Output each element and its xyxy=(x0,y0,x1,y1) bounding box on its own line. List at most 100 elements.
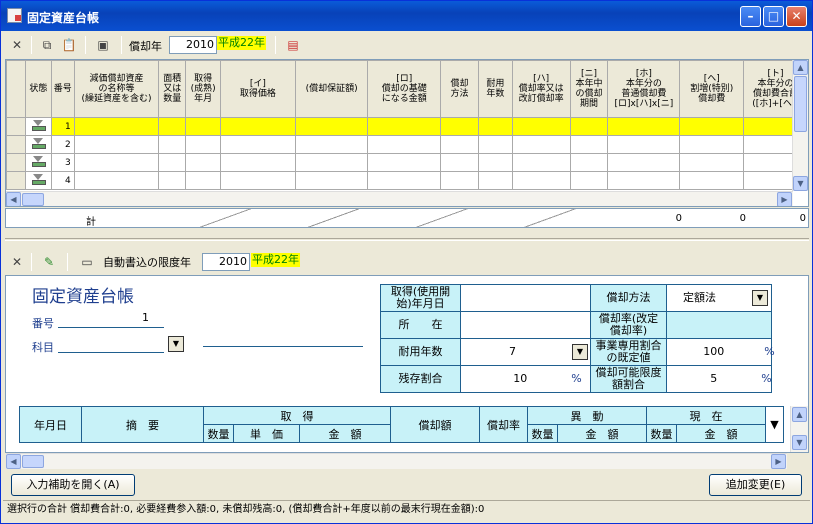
table-row[interactable]: 2 xyxy=(6,135,808,154)
grid-cell[interactable] xyxy=(185,171,222,190)
grid-cell[interactable] xyxy=(73,171,160,190)
depr-method-combo[interactable]: 定額法 ▼ xyxy=(666,284,772,312)
download-arrow-icon[interactable] xyxy=(32,119,47,131)
grid-cell[interactable] xyxy=(607,135,681,154)
close-button[interactable]: ✕ xyxy=(786,6,807,27)
row-status[interactable] xyxy=(24,117,52,136)
grid-cell[interactable] xyxy=(679,153,745,172)
grid-cell[interactable] xyxy=(440,117,479,136)
row-status[interactable] xyxy=(24,153,52,172)
grid-cell[interactable] xyxy=(477,171,513,190)
col-header-1[interactable]: 番号 xyxy=(50,60,75,118)
splitter[interactable] xyxy=(5,238,809,241)
table-row[interactable]: 3 xyxy=(6,153,808,172)
grid-cell[interactable] xyxy=(367,171,442,190)
grid-cell[interactable] xyxy=(294,153,369,172)
grid-cell[interactable] xyxy=(367,153,442,172)
col-header-13[interactable]: [ヘ] 割増(特別) 償却費 xyxy=(679,60,745,118)
grid-cell[interactable] xyxy=(607,171,681,190)
ledger-vscroll[interactable]: ▲ ▼ xyxy=(790,406,808,452)
download-arrow-icon[interactable] xyxy=(32,173,47,185)
grid-cell[interactable] xyxy=(477,135,513,154)
depr-limit-field[interactable]: 5% xyxy=(666,365,772,393)
download-arrow-icon[interactable] xyxy=(32,137,47,149)
grid-cell[interactable] xyxy=(220,171,296,190)
grid-cell[interactable] xyxy=(607,153,681,172)
col-header-8[interactable]: 償却 方法 xyxy=(440,60,479,118)
grid-cell[interactable] xyxy=(679,171,745,190)
grid-cell[interactable] xyxy=(367,117,442,136)
grid-cell[interactable] xyxy=(679,135,745,154)
col-header-7[interactable]: [ロ] 償却の基礎 になる金額 xyxy=(367,60,442,118)
row-selector[interactable] xyxy=(6,153,26,172)
business-ratio-field[interactable]: 100% xyxy=(666,338,775,366)
form-hscroll[interactable]: ◀ ▶ xyxy=(6,453,787,469)
row-status[interactable] xyxy=(24,171,52,190)
grid-cell[interactable] xyxy=(569,117,609,136)
delete-icon[interactable]: ✕ xyxy=(7,36,27,55)
useful-life-dropdown-icon[interactable]: ▼ xyxy=(572,344,588,360)
grid-vscroll[interactable]: ▲ ▼ xyxy=(792,60,808,191)
grid-cell[interactable] xyxy=(185,153,222,172)
residual-field[interactable]: 10% xyxy=(460,365,591,393)
location-field[interactable] xyxy=(460,311,591,339)
grid-cell[interactable] xyxy=(477,153,513,172)
scroll-down-icon[interactable]: ▼ xyxy=(792,435,807,450)
number-value[interactable]: 1 xyxy=(142,311,149,324)
scroll-right-icon[interactable]: ▶ xyxy=(771,454,786,469)
table-row[interactable]: 1 xyxy=(6,117,808,136)
row-selector[interactable] xyxy=(6,117,26,136)
copy-icon[interactable]: ⧉ xyxy=(37,36,57,55)
grid-cell[interactable] xyxy=(158,135,187,154)
grid-cell[interactable] xyxy=(158,117,187,136)
grid-cell[interactable] xyxy=(185,135,222,154)
grid-hscroll[interactable]: ◀ ▶ xyxy=(6,191,793,206)
col-header-0[interactable]: 状態 xyxy=(24,60,52,118)
grid-cell[interactable] xyxy=(73,135,160,154)
hscroll-thumb[interactable] xyxy=(22,455,44,468)
col-header-11[interactable]: [ニ] 本年中 の償却 期間 xyxy=(569,60,609,118)
grid-cell[interactable] xyxy=(158,153,187,172)
grid-cell[interactable] xyxy=(294,171,369,190)
limit-year-input[interactable]: 2010 xyxy=(202,253,250,271)
minimize-button[interactable]: – xyxy=(740,6,761,27)
grid-cell[interactable] xyxy=(158,171,187,190)
grid-cell[interactable] xyxy=(477,117,513,136)
scroll-right-icon[interactable]: ▶ xyxy=(777,192,792,206)
download-arrow-icon[interactable] xyxy=(32,155,47,167)
grid-cell[interactable] xyxy=(294,135,369,154)
grid-cell[interactable] xyxy=(220,117,296,136)
depr-year-input[interactable]: 2010 xyxy=(169,36,217,54)
row-selector[interactable] xyxy=(6,171,26,190)
grid-cell[interactable] xyxy=(569,135,609,154)
grid-cell[interactable] xyxy=(511,171,571,190)
edit-icon[interactable]: ✎ xyxy=(39,253,59,272)
grid-cell[interactable] xyxy=(367,135,442,154)
col-header-4[interactable]: 取得 (成熟) 年月 xyxy=(185,60,222,118)
report-icon[interactable]: ▤ xyxy=(283,36,303,55)
grid-cell[interactable] xyxy=(185,117,222,136)
title-bar[interactable]: 固定資産台帳 – □ ✕ xyxy=(1,1,812,31)
grid-cell[interactable] xyxy=(73,117,160,136)
grid-cell[interactable] xyxy=(440,171,479,190)
paste-icon[interactable]: 📋 xyxy=(59,36,79,55)
grid-cell[interactable] xyxy=(294,117,369,136)
grid-cell[interactable] xyxy=(569,171,609,190)
row-status[interactable] xyxy=(24,135,52,154)
form-icon[interactable]: ▭ xyxy=(77,253,97,272)
scroll-up-icon[interactable]: ▲ xyxy=(793,60,808,75)
grid-cell[interactable] xyxy=(569,153,609,172)
delete-icon[interactable]: ✕ xyxy=(7,253,27,272)
table-row[interactable]: 4 xyxy=(6,171,808,190)
scroll-left-icon[interactable]: ◀ xyxy=(6,454,21,469)
col-header-12[interactable]: [ホ] 本年分の 普通償却費 [ロ]x[ハ]x[ニ] xyxy=(607,60,681,118)
open-input-assist-button[interactable]: 入力補助を開く(A) xyxy=(11,474,135,496)
grid-cell[interactable] xyxy=(440,153,479,172)
subject-dropdown-icon[interactable]: ▼ xyxy=(168,336,184,352)
row-selector[interactable] xyxy=(6,135,26,154)
scroll-thumb[interactable] xyxy=(794,76,807,132)
grid-cell[interactable] xyxy=(440,135,479,154)
scroll-left-icon[interactable]: ◀ xyxy=(6,192,21,206)
col-header-3[interactable]: 面積 又は 数量 xyxy=(158,60,187,118)
acq-date-field[interactable] xyxy=(460,284,591,312)
